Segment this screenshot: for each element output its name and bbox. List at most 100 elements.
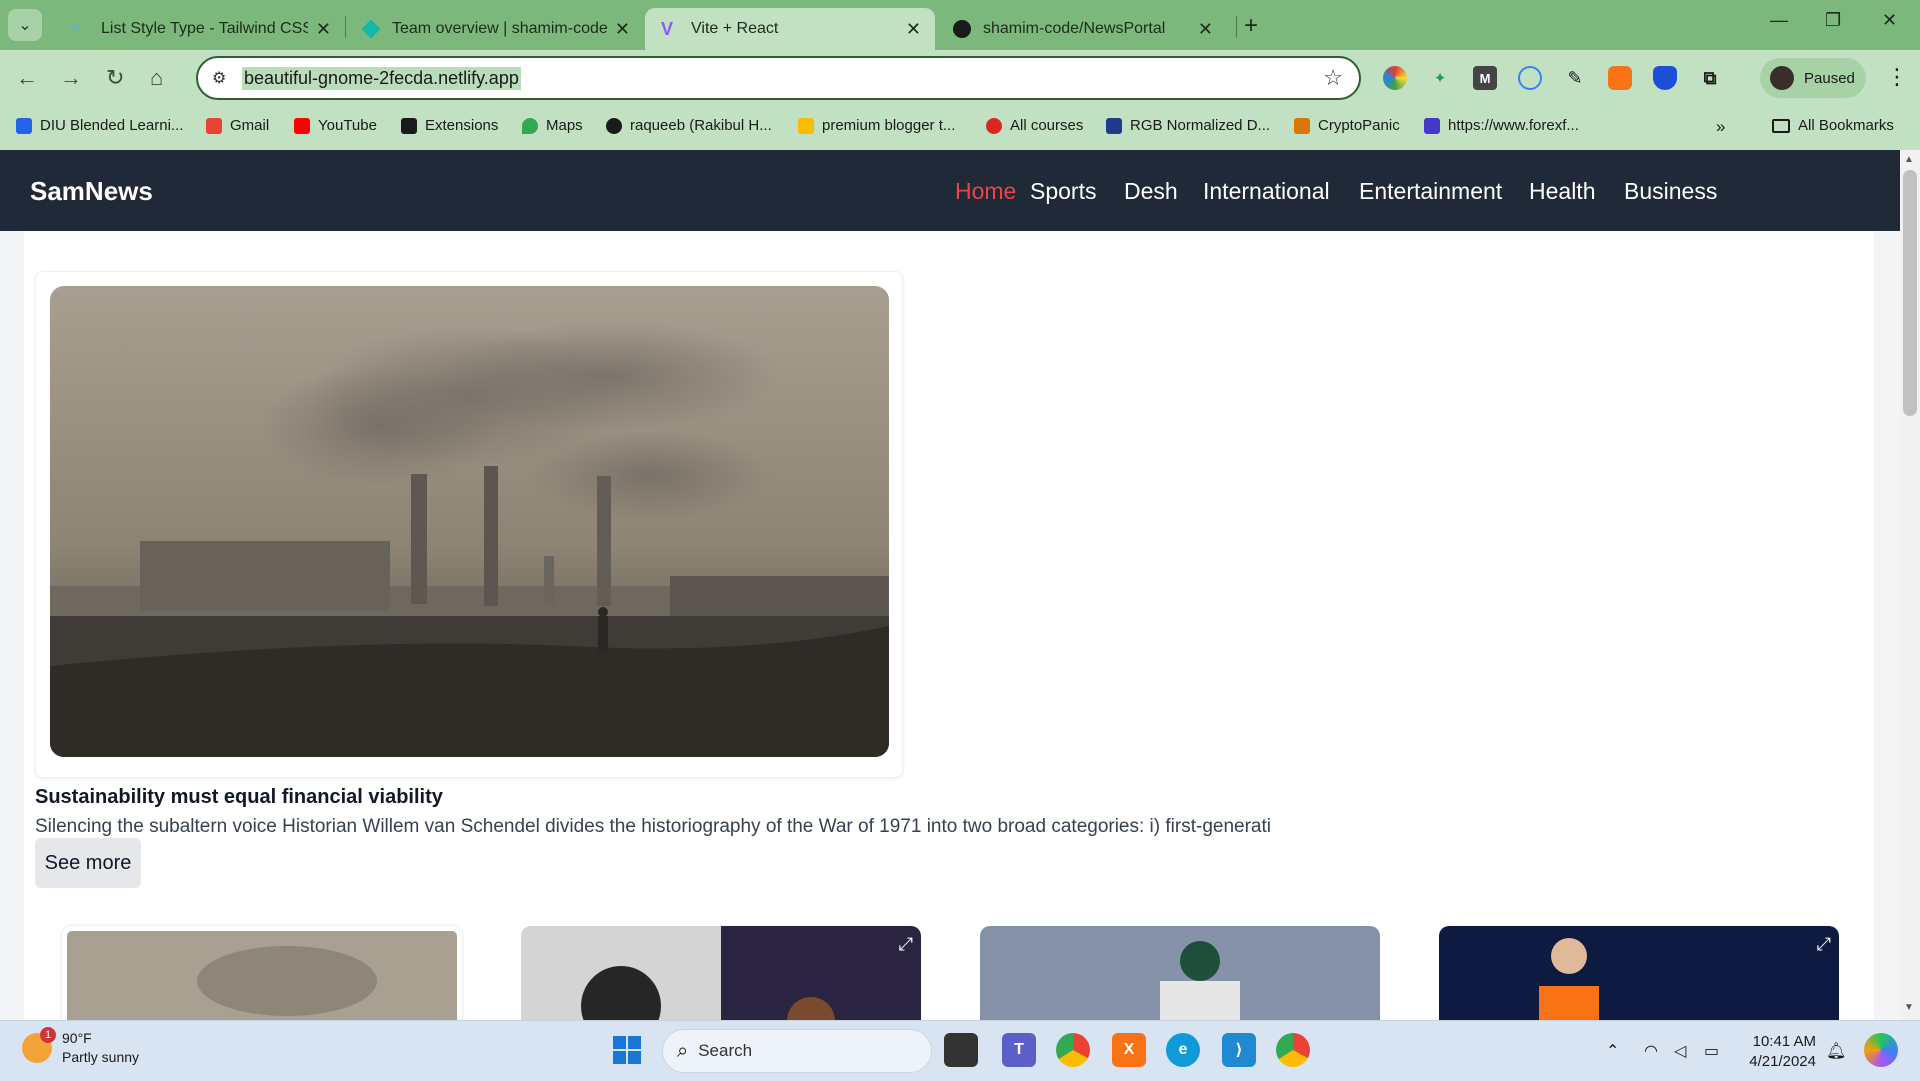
browser-tab-active[interactable]: V Vite + React ✕	[645, 8, 935, 50]
battery-icon[interactable]: ▭	[1704, 1041, 1719, 1061]
browser-tab-strip: ⌄ ≈ List Style Type - Tailwind CSS ✕ Tea…	[0, 0, 1920, 50]
bookmark-item[interactable]: Gmail	[206, 117, 269, 134]
bookmark-item[interactable]: All courses	[986, 117, 1083, 134]
bookmark-item[interactable]: RGB Normalized D...	[1106, 117, 1270, 134]
hero-image[interactable]	[50, 286, 889, 757]
all-bookmarks-folder[interactable]: All Bookmarks	[1772, 117, 1894, 134]
close-tab-icon[interactable]: ✕	[615, 19, 630, 40]
address-bar[interactable]: ⚙ beautiful-gnome-2fecda.netlify.app ☆	[196, 56, 1361, 100]
task-view-icon[interactable]	[944, 1033, 978, 1067]
site-info-icon[interactable]: ⚙	[212, 68, 226, 88]
reload-icon[interactable]: ↻	[106, 65, 124, 91]
shield-extension-icon[interactable]	[1653, 66, 1677, 90]
bookmark-label: https://www.forexf...	[1448, 117, 1579, 134]
url-text[interactable]: beautiful-gnome-2fecda.netlify.app	[242, 67, 521, 90]
maps-pin-icon	[522, 117, 538, 134]
system-clock[interactable]: 10:41 AM 4/21/2024	[1740, 1032, 1816, 1072]
eyedropper-icon[interactable]: ✎	[1563, 66, 1587, 90]
edge-icon[interactable]: e	[1166, 1033, 1200, 1067]
article-headline[interactable]: Sustainability must equal financial viab…	[35, 786, 443, 809]
weather-widget[interactable]: 1 90°F Partly sunny	[22, 1027, 139, 1067]
new-tab-plus-icon[interactable]: +	[1244, 12, 1258, 40]
color-picker-extension-icon[interactable]	[1383, 66, 1407, 90]
wifi-icon[interactable]: ◠	[1644, 1041, 1658, 1061]
chrome-profile-icon[interactable]	[1276, 1033, 1310, 1067]
copilot-icon[interactable]	[1864, 1033, 1898, 1067]
vite-icon: V	[661, 19, 674, 39]
tab-separator	[1236, 16, 1237, 38]
factory-smog-photo	[50, 286, 889, 757]
close-tab-icon[interactable]: ✕	[1198, 19, 1213, 40]
tab-search-button[interactable]: ⌄	[8, 9, 42, 41]
search-placeholder: Search	[698, 1041, 753, 1060]
article-summary: Silencing the subaltern voice Historian …	[35, 816, 1271, 837]
home-icon[interactable]: ⌂	[150, 65, 163, 91]
avatar	[1770, 66, 1794, 90]
notification-bell-icon[interactable]: 🔔︎	[1826, 1041, 1846, 1061]
bookmark-item[interactable]: CryptoPanic	[1294, 117, 1400, 134]
back-arrow-icon[interactable]: ←	[16, 65, 38, 91]
pin-extension-icon[interactable]: ✦	[1428, 66, 1452, 90]
nav-link-desh[interactable]: Desh	[1124, 178, 1178, 205]
scrollbar-thumb[interactable]	[1903, 170, 1917, 416]
profile-button[interactable]: Paused	[1760, 58, 1866, 98]
m-extension-icon[interactable]: M	[1473, 66, 1497, 90]
minimize-icon[interactable]: —	[1770, 10, 1788, 31]
volume-icon[interactable]: ◁	[1674, 1041, 1686, 1061]
chrome-icon[interactable]	[1056, 1033, 1090, 1067]
nav-link-health[interactable]: Health	[1529, 178, 1595, 205]
bookmark-label: Maps	[546, 117, 583, 134]
bookmark-item[interactable]: Extensions	[401, 117, 498, 134]
scroll-up-arrow-icon[interactable]: ▲	[1904, 154, 1914, 165]
nav-link-business[interactable]: Business	[1624, 178, 1717, 205]
rgb-icon	[1106, 117, 1122, 134]
bookmark-label: premium blogger t...	[822, 117, 956, 134]
more-bookmarks-icon[interactable]: »	[1716, 117, 1725, 137]
expand-icon[interactable]: ⤢	[899, 934, 913, 955]
page-scrollbar[interactable]: ▲ ▼	[1900, 150, 1920, 1020]
news-card-thumbnail[interactable]	[62, 926, 462, 1020]
taskbar-search-box[interactable]: ⌕ Search	[662, 1029, 932, 1073]
metamask-fox-icon[interactable]	[1608, 66, 1632, 90]
restore-icon[interactable]: ❐	[1825, 10, 1841, 31]
bookmark-item[interactable]: premium blogger t...	[798, 117, 955, 134]
nav-link-international[interactable]: International	[1203, 178, 1330, 205]
circle-extension-icon[interactable]	[1518, 66, 1542, 90]
bookmark-item[interactable]: raqueeb (Rakibul H...	[606, 117, 772, 134]
main-content: Sustainability must equal financial viab…	[24, 231, 1874, 1020]
news-card-thumbnail[interactable]: ⤢	[521, 926, 921, 1020]
see-more-button[interactable]: See more	[35, 838, 141, 888]
windows-start-icon[interactable]	[610, 1033, 644, 1067]
xampp-icon[interactable]: X	[1112, 1033, 1146, 1067]
site-brand[interactable]: SamNews	[30, 176, 153, 207]
nav-link-entertainment[interactable]: Entertainment	[1359, 178, 1502, 205]
bookmark-label: Extensions	[425, 117, 499, 134]
extensions-puzzle-icon[interactable]: ⧉	[1698, 66, 1722, 90]
nav-link-sports[interactable]: Sports	[1030, 178, 1096, 205]
close-tab-icon[interactable]: ✕	[316, 19, 331, 40]
scroll-down-arrow-icon[interactable]: ▼	[1904, 1002, 1914, 1013]
teams-icon[interactable]: T	[1002, 1033, 1036, 1067]
show-hidden-icons-chevron-icon[interactable]: ⌃	[1606, 1041, 1619, 1061]
close-tab-icon[interactable]: ✕	[906, 19, 921, 40]
forward-arrow-icon[interactable]: →	[60, 65, 82, 91]
bookmark-star-icon[interactable]: ☆	[1323, 65, 1343, 91]
factory-thumbnail-photo	[67, 931, 457, 1020]
browser-tab[interactable]: Team overview | shamim-code ✕	[346, 8, 644, 50]
news-card-thumbnail[interactable]	[980, 926, 1380, 1020]
bookmark-item[interactable]: Maps	[522, 117, 583, 134]
nav-link-home[interactable]: Home	[955, 178, 1016, 205]
browser-tab[interactable]: ≈ List Style Type - Tailwind CSS ✕	[55, 8, 345, 50]
more-menu-icon[interactable]: ⋮	[1886, 64, 1908, 90]
vscode-icon[interactable]: ⟩	[1222, 1033, 1256, 1067]
site-navbar: SamNews Home Sports Desh International E…	[0, 150, 1900, 231]
bookmark-item[interactable]: https://www.forexf...	[1424, 117, 1579, 134]
browser-tab[interactable]: shamim-code/NewsPortal ✕	[937, 8, 1227, 50]
bookmark-item[interactable]: YouTube	[294, 117, 377, 134]
bookmark-label: raqueeb (Rakibul H...	[630, 117, 772, 134]
bookmark-item[interactable]: DIU Blended Learni...	[16, 117, 183, 134]
expand-icon[interactable]: ⤢	[1817, 934, 1831, 955]
news-card-thumbnail[interactable]: ⤢	[1439, 926, 1839, 1020]
close-window-icon[interactable]: ✕	[1882, 10, 1897, 31]
youtube-icon	[294, 117, 310, 134]
